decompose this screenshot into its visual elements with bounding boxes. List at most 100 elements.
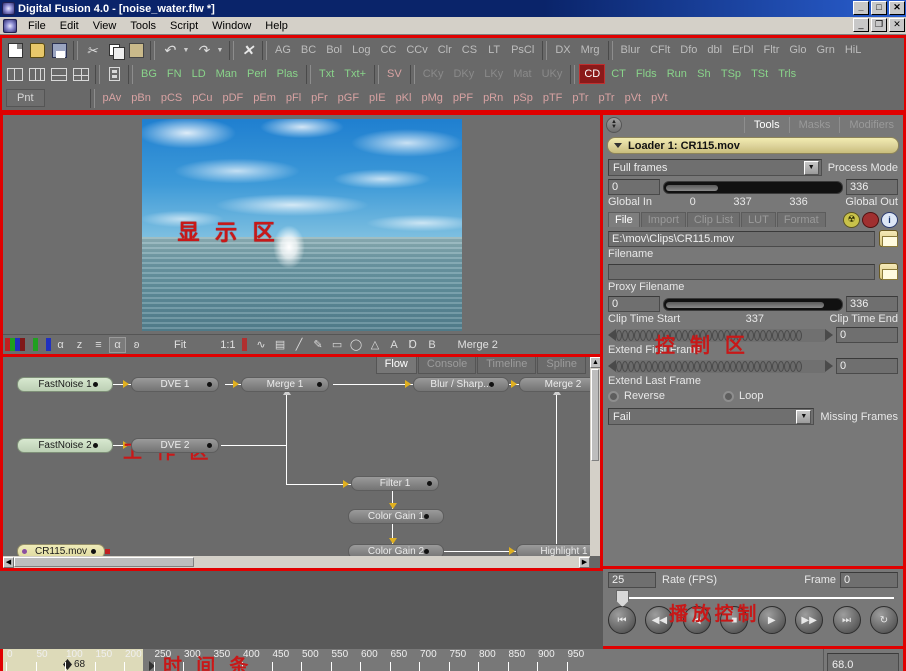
tool-button-dbl[interactable]: dbl xyxy=(703,40,726,60)
tool-button-cky[interactable]: CKy xyxy=(419,64,448,84)
filename-input[interactable]: E:\mov\Clips\CR115.mov xyxy=(608,230,875,247)
tool-button-cs[interactable]: CS xyxy=(458,40,481,60)
extend-first-value[interactable]: 0 xyxy=(836,327,898,343)
rect-icon[interactable]: ▭ xyxy=(329,337,346,353)
tool-header[interactable]: Loader 1: CR115.mov xyxy=(607,137,899,154)
tab-modifiers[interactable]: Modifiers xyxy=(839,117,903,133)
bead[interactable] xyxy=(796,329,802,341)
tool-button-pkl[interactable]: pKl xyxy=(392,88,416,108)
flow-node[interactable]: FastNoise 1 xyxy=(17,377,113,392)
tool-button-run[interactable]: Run xyxy=(663,64,691,84)
tool-button-ptf[interactable]: pTF xyxy=(539,88,567,108)
step-back-icon[interactable]: ◀ xyxy=(682,606,711,634)
node-output-dot[interactable] xyxy=(427,481,432,486)
loop-radio[interactable] xyxy=(722,390,734,402)
tool-button-clr[interactable]: Clr xyxy=(434,40,456,60)
menu-item-help[interactable]: Help xyxy=(258,19,295,33)
node-output-dot[interactable] xyxy=(207,443,212,448)
radioactive-icon[interactable]: ☢ xyxy=(843,211,860,228)
gamma-icon[interactable]: ʚ xyxy=(128,337,145,353)
tool-button-sh[interactable]: Sh xyxy=(693,64,715,84)
new-icon[interactable] xyxy=(5,40,25,60)
scroll-thumb[interactable] xyxy=(14,557,194,567)
global-in-value[interactable]: 0 xyxy=(608,179,660,195)
scroll-left-arrow[interactable]: ◀ xyxy=(3,556,14,568)
tool-button-ct[interactable]: CT xyxy=(607,64,630,84)
close-button[interactable]: ✕ xyxy=(889,1,905,15)
tool-button-cc[interactable]: CC xyxy=(376,40,400,60)
cut-icon[interactable]: ✂ xyxy=(82,40,102,60)
paste-icon[interactable] xyxy=(126,40,146,60)
bins-icon[interactable] xyxy=(104,64,124,84)
fast-forward-icon[interactable]: ▶▶ xyxy=(795,606,824,634)
tool-button-pscl[interactable]: PsCl xyxy=(507,40,538,60)
global-out-value[interactable]: 336 xyxy=(846,179,898,195)
menu-item-view[interactable]: View xyxy=(86,19,124,33)
tool-button-ag[interactable]: AG xyxy=(271,40,295,60)
tool-button-plas[interactable]: Plas xyxy=(273,64,302,84)
color-red-icon[interactable] xyxy=(20,338,25,351)
decrement-arrow-icon[interactable] xyxy=(608,329,616,341)
alpha-toggle-icon[interactable]: α xyxy=(109,336,126,353)
flow-canvas[interactable]: 工 作 区 FastNoise 1DVE 1Merge 1Blur / Shar… xyxy=(3,357,590,556)
tool-button-hil[interactable]: HiL xyxy=(841,40,866,60)
tool-button-uky[interactable]: UKy xyxy=(538,64,567,84)
tool-button-glo[interactable]: Glo xyxy=(785,40,810,60)
browse-proxy-icon[interactable] xyxy=(879,263,898,280)
delete-icon[interactable]: ✕ xyxy=(238,40,258,60)
tool-button-pbn[interactable]: pBn xyxy=(127,88,155,108)
line-icon[interactable]: ╱ xyxy=(291,337,308,353)
tool-button-dfo[interactable]: Dfo xyxy=(676,40,701,60)
clip-time-slider[interactable] xyxy=(663,297,843,311)
node-output-dot[interactable] xyxy=(424,549,429,554)
layout-single-icon[interactable] xyxy=(5,64,25,84)
redo-icon[interactable]: ↷ xyxy=(193,40,213,60)
copy-icon[interactable] xyxy=(104,40,125,60)
alpha-icon[interactable]: α xyxy=(52,337,69,353)
node-output-dot[interactable] xyxy=(489,382,494,387)
missing-frames-combo[interactable]: Fail ▼ xyxy=(608,408,815,425)
loop-icon[interactable]: ↻ xyxy=(869,606,898,634)
current-frame-marker[interactable]: 68 xyxy=(63,659,85,670)
tool-button-dx[interactable]: DX xyxy=(551,40,574,60)
tool-button-man[interactable]: Man xyxy=(212,64,241,84)
menu-item-edit[interactable]: Edit xyxy=(53,19,86,33)
tool-button-tsp[interactable]: TSp xyxy=(717,64,745,84)
tab-lut[interactable]: LUT xyxy=(741,212,776,227)
tool-button-pmg[interactable]: pMg xyxy=(417,88,446,108)
tool-button-tst[interactable]: TSt xyxy=(747,64,772,84)
rate-fps-value[interactable]: 25 xyxy=(608,572,656,588)
flow-node[interactable]: FastNoise 2 xyxy=(17,438,113,453)
tool-button-ld[interactable]: LD xyxy=(188,64,210,84)
info-icon[interactable]: i xyxy=(881,211,898,228)
scroll-right-arrow[interactable]: ▶ xyxy=(579,556,590,568)
tool-button-psp[interactable]: pSp xyxy=(509,88,537,108)
tool-button-dky[interactable]: DKy xyxy=(449,64,478,84)
extend-last-value[interactable]: 0 xyxy=(836,358,898,374)
browse-filename-icon[interactable] xyxy=(879,230,898,247)
color-green-icon[interactable] xyxy=(33,338,38,351)
flow-horizontal-scrollbar[interactable]: ◀ ▶ xyxy=(3,556,590,568)
tool-button-pgf[interactable]: pGF xyxy=(334,88,363,108)
extend-first-beadbar[interactable] xyxy=(616,328,825,342)
tool-button-pav[interactable]: pAv xyxy=(99,88,126,108)
z-buffer-icon[interactable]: z xyxy=(71,337,88,353)
scroll-thumb[interactable] xyxy=(591,369,599,461)
viewer-canvas[interactable]: 显 示 区 xyxy=(3,115,600,334)
reverse-radio[interactable] xyxy=(608,390,619,402)
tool-button-bg[interactable]: BG xyxy=(137,64,161,84)
node-output-square[interactable] xyxy=(105,549,110,554)
node-output-dot[interactable] xyxy=(317,382,322,387)
tool-button-lky[interactable]: LKy xyxy=(480,64,507,84)
flow-vertical-scrollbar[interactable]: ▲ xyxy=(590,357,600,556)
tab-flow[interactable]: Flow xyxy=(375,357,417,374)
tab-format[interactable]: Format xyxy=(776,212,826,227)
color-blue-icon[interactable] xyxy=(46,338,51,351)
first-frame-icon[interactable]: ⏮ xyxy=(608,606,636,634)
playback-slider-handle[interactable] xyxy=(616,590,629,607)
ellipse-icon[interactable]: ◯ xyxy=(348,337,365,353)
global-range-slider[interactable] xyxy=(663,180,843,194)
tool-button-lt[interactable]: LT xyxy=(483,40,505,60)
node-output-dot[interactable] xyxy=(93,443,98,448)
tab-tools[interactable]: Tools xyxy=(743,117,789,133)
